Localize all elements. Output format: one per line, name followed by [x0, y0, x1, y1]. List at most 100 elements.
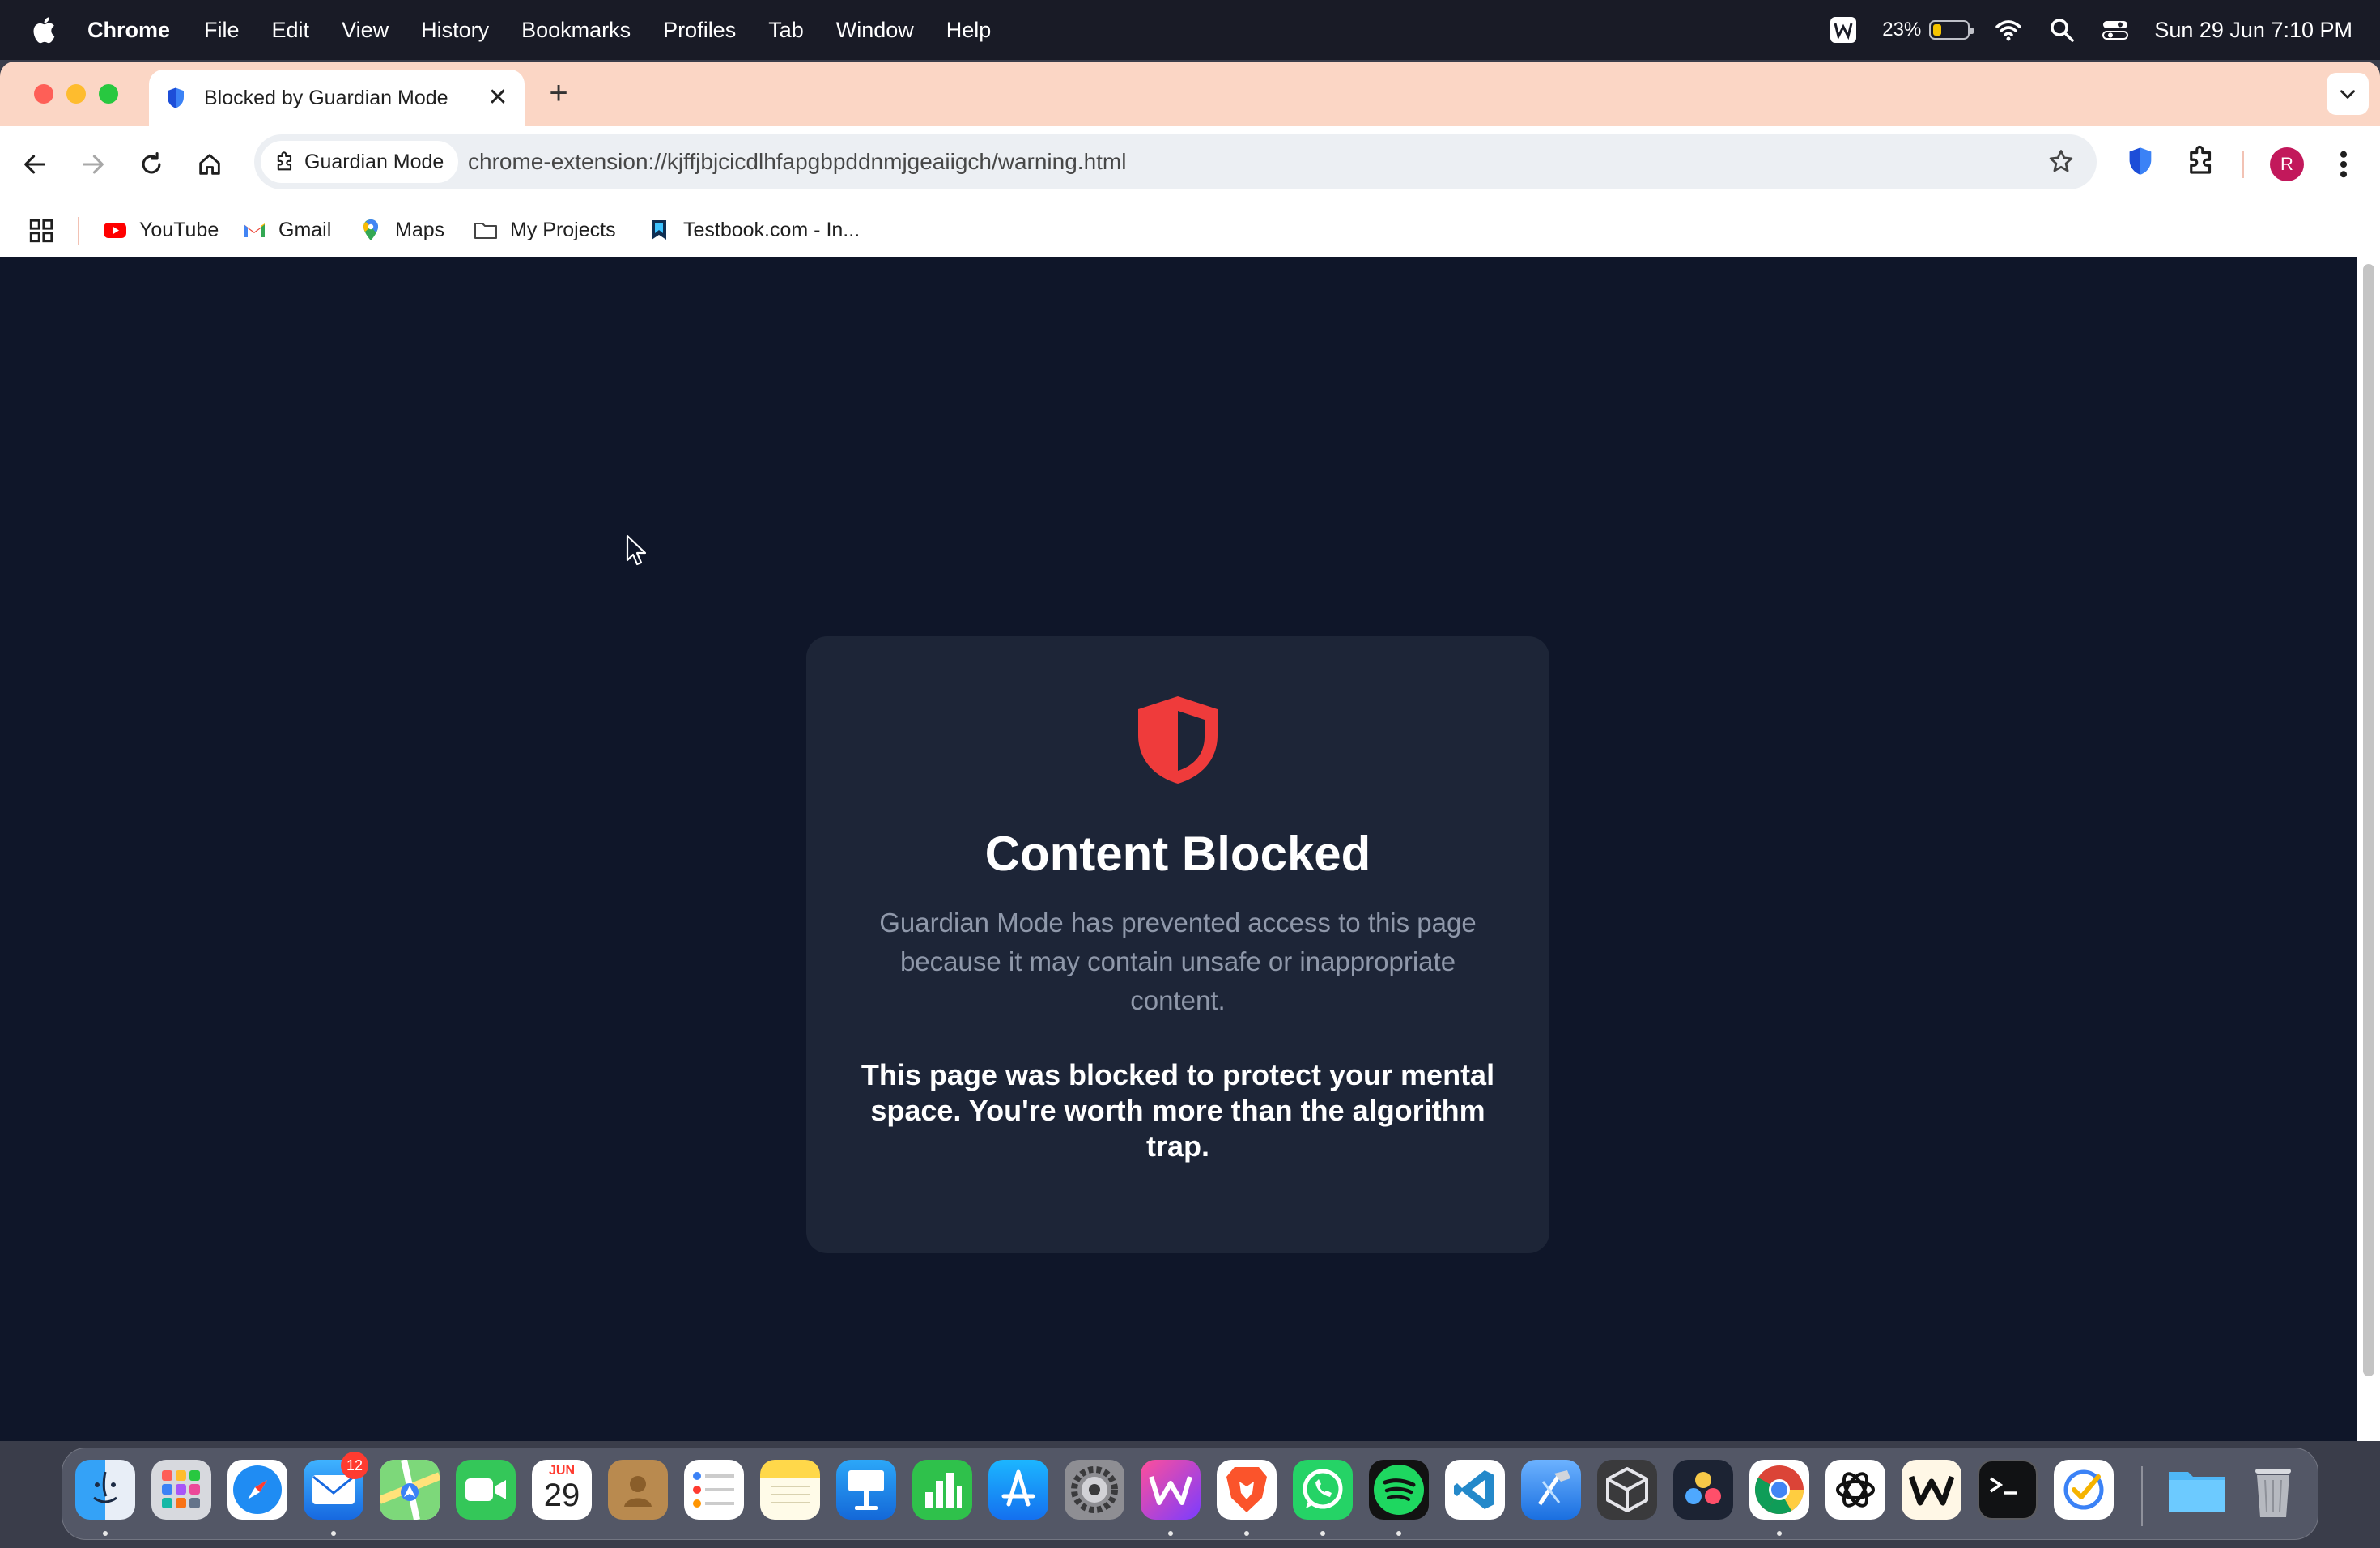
wifi-icon[interactable]: [1994, 15, 2023, 45]
menu-edit[interactable]: Edit: [272, 18, 310, 43]
window-minimize-button[interactable]: [66, 84, 86, 104]
arrow-right-icon: [83, 155, 104, 174]
bookmark-folder-my-projects[interactable]: My Projects: [473, 214, 616, 246]
dock-writer-app[interactable]: [1141, 1460, 1201, 1520]
apps-grid-icon[interactable]: [28, 217, 55, 245]
menu-history[interactable]: History: [421, 18, 489, 43]
battery-percent: 23%: [1882, 19, 1922, 40]
dock-chrome[interactable]: [1749, 1460, 1809, 1520]
dock-downloads-folder[interactable]: [2167, 1460, 2227, 1520]
gmail-icon: [244, 223, 265, 237]
dock-divider: [2141, 1466, 2143, 1526]
menu-bookmarks[interactable]: Bookmarks: [521, 18, 631, 43]
browser-toolbar: Guardian Mode chrome-extension://kjffjbj…: [0, 126, 2380, 202]
menu-app-name[interactable]: Chrome: [87, 18, 170, 43]
davinci-resolve-icon: [1685, 1472, 1721, 1504]
menu-tab[interactable]: Tab: [768, 18, 804, 43]
dock-xcode[interactable]: [1521, 1460, 1581, 1520]
toolbar-divider: [2242, 151, 2244, 178]
dock-vscode[interactable]: [1445, 1460, 1505, 1520]
dock-davinci-resolve[interactable]: [1673, 1460, 1733, 1520]
bookmark-testbook[interactable]: Testbook.com - In...: [646, 214, 860, 246]
extensions-menu-icon[interactable]: [2184, 144, 2218, 178]
launchpad-icon: [162, 1470, 200, 1508]
chevron-down-icon: [2340, 90, 2355, 99]
extension-origin-chip[interactable]: Guardian Mode: [261, 141, 459, 183]
bookmark-star-icon[interactable]: [2046, 147, 2076, 176]
dock-chatgpt[interactable]: [1825, 1460, 1885, 1520]
dock-app-store[interactable]: [988, 1460, 1048, 1520]
blocked-content-card: Content Blocked Guardian Mode has preven…: [806, 636, 1549, 1253]
numbers-bars-icon: [925, 1473, 962, 1508]
dock-trash[interactable]: [2243, 1460, 2303, 1520]
guardian-extension-shield-icon[interactable]: [2124, 144, 2157, 178]
dock-tasks-app[interactable]: [2054, 1460, 2114, 1520]
dock-safari[interactable]: [227, 1460, 287, 1520]
dock-unity[interactable]: [1597, 1460, 1657, 1520]
spotify-icon: [1374, 1465, 1424, 1515]
testbook-icon: [652, 220, 666, 240]
menu-window[interactable]: Window: [836, 18, 914, 43]
bookmark-label: Maps: [395, 218, 445, 241]
running-indicator: [1777, 1531, 1782, 1536]
tab-close-icon[interactable]: ✕: [486, 86, 510, 110]
macos-menu-bar: Chrome File Edit View History Bookmarks …: [0, 0, 2380, 60]
dock-system-settings[interactable]: [1065, 1460, 1124, 1520]
running-indicator: [103, 1531, 108, 1536]
url-text[interactable]: chrome-extension://kjffjbjcicdlhfapgbpdd…: [468, 149, 1126, 175]
page-scrollbar[interactable]: [2357, 257, 2380, 1441]
menu-view[interactable]: View: [342, 18, 389, 43]
dock-keynote[interactable]: [836, 1460, 896, 1520]
page-viewport: Content Blocked Guardian Mode has preven…: [0, 257, 2357, 1441]
menu-bar-clock[interactable]: Sun 29 Jun 7:10 PM: [2154, 18, 2352, 43]
maps-icon: [363, 219, 378, 240]
dock-finder[interactable]: [75, 1460, 135, 1520]
bookmark-youtube[interactable]: YouTube: [102, 214, 219, 246]
dock-notes[interactable]: [760, 1460, 820, 1520]
dock-contacts[interactable]: [608, 1460, 668, 1520]
bookmark-label: Gmail: [278, 218, 332, 241]
dock-whatsapp[interactable]: [1293, 1460, 1353, 1520]
profile-avatar-button[interactable]: R: [2270, 147, 2304, 181]
battery-indicator[interactable]: 23%: [1882, 19, 1974, 41]
tab-search-button[interactable]: [2327, 73, 2369, 115]
more-options-icon[interactable]: [2331, 147, 2356, 181]
bookmark-gmail[interactable]: Gmail: [241, 214, 331, 246]
dock-terminal[interactable]: [1978, 1460, 2038, 1520]
menu-file[interactable]: File: [204, 18, 240, 43]
dock-calendar[interactable]: JUN 29: [532, 1460, 592, 1520]
dock-brave[interactable]: [1217, 1460, 1277, 1520]
calendar-day: 29: [543, 1478, 580, 1513]
window-close-button[interactable]: [34, 84, 53, 104]
dock-facetime[interactable]: [456, 1460, 516, 1520]
terminal-prompt-icon: [1990, 1477, 2017, 1495]
control-center-icon[interactable]: [2101, 15, 2130, 45]
dock-launchpad[interactable]: [151, 1460, 211, 1520]
dock-reminders[interactable]: [684, 1460, 744, 1520]
menu-profiles[interactable]: Profiles: [663, 18, 736, 43]
blocked-motivational-message: This page was blocked to protect your me…: [861, 1058, 1495, 1163]
bookmark-maps[interactable]: Maps: [358, 214, 444, 246]
menu-help[interactable]: Help: [946, 18, 992, 43]
spotlight-search-icon[interactable]: [2047, 15, 2076, 45]
address-bar[interactable]: Guardian Mode chrome-extension://kjffjbj…: [254, 134, 2097, 189]
scrollbar-thumb[interactable]: [2363, 264, 2374, 1376]
dock-warp-w-app[interactable]: [1902, 1460, 1961, 1520]
bookmark-label: YouTube: [139, 218, 219, 241]
calendar-month: JUN: [548, 1464, 575, 1478]
reload-button[interactable]: [133, 146, 170, 183]
home-button[interactable]: [191, 146, 228, 183]
maps-app-icon: [380, 1460, 440, 1520]
finder-icon: [93, 1471, 117, 1503]
dock-numbers[interactable]: [912, 1460, 972, 1520]
new-tab-button[interactable]: +: [542, 77, 575, 110]
forward-button[interactable]: [74, 146, 112, 183]
shield-icon: [1138, 696, 1218, 784]
window-zoom-button[interactable]: [99, 84, 118, 104]
dock-maps[interactable]: [380, 1460, 440, 1520]
back-button[interactable]: [16, 146, 53, 183]
active-tab[interactable]: Blocked by Guardian Mode ✕: [149, 70, 525, 126]
writer-app-icon[interactable]: [1829, 15, 1858, 45]
apple-logo-icon[interactable]: [29, 14, 62, 46]
dock-spotify[interactable]: [1369, 1460, 1429, 1520]
